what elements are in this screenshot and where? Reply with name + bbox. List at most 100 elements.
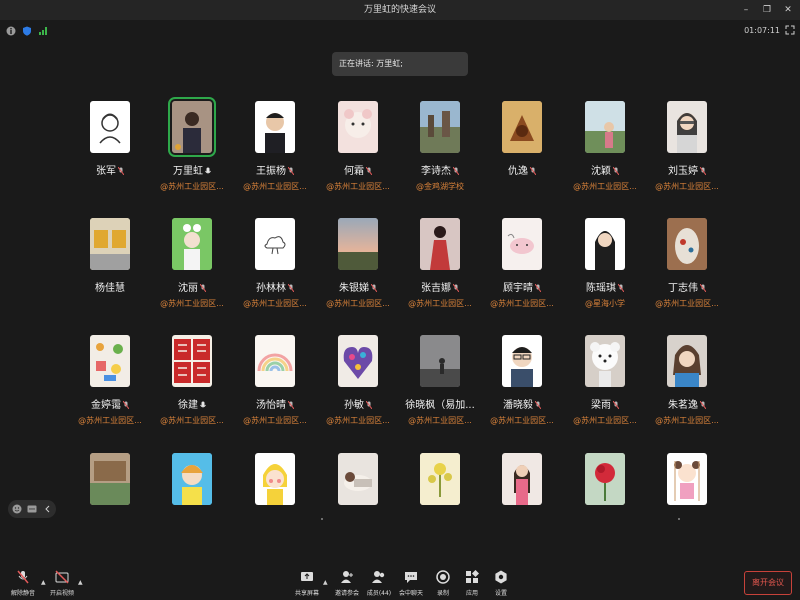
signal-strength-icon[interactable] — [38, 26, 48, 36]
participant-tile[interactable]: 张军 — [70, 101, 150, 181]
security-shield-icon[interactable] — [22, 26, 32, 36]
participant-avatar — [172, 453, 212, 505]
share-screen-button[interactable]: 共享屏幕 — [287, 570, 327, 597]
restore-icon[interactable]: ❐ — [757, 0, 777, 20]
start-video-button[interactable]: 开启视频 — [42, 570, 82, 597]
participant-org: @苏州工业园区... — [160, 416, 224, 425]
participant-avatar — [585, 101, 625, 153]
minimize-icon[interactable]: – — [736, 0, 756, 20]
settings-button[interactable]: 设置 — [481, 570, 521, 597]
participant-org: @苏州工业园区... — [326, 416, 390, 425]
mic-muted-icon — [453, 167, 459, 175]
participant-avatar — [255, 335, 295, 387]
participant-name: 陈瑶琪 — [565, 279, 645, 294]
participant-tile[interactable]: 顾宇晴 @苏州工业园区... — [482, 218, 562, 309]
participant-tile[interactable]: 朱茗逸 @苏州工业园区... — [647, 335, 727, 426]
mic-muted-icon — [613, 167, 619, 175]
participant-tile[interactable]: 李诗杰 @金鸡湖学校 — [400, 101, 480, 192]
participant-name: 金婷霭 — [70, 396, 150, 411]
participant-tile[interactable]: 刘玉婷 @苏州工业园区... — [647, 101, 727, 192]
participant-tile[interactable]: 孙敏 @苏州工业园区... — [318, 335, 398, 426]
fullscreen-icon[interactable] — [785, 25, 795, 35]
participant-name: 仇逸 — [482, 162, 562, 177]
leave-meeting-button[interactable]: 离开会议 — [744, 571, 792, 595]
participant-tile[interactable]: 丁志伟 @苏州工业园区... — [647, 218, 727, 309]
camera-off-icon — [55, 570, 69, 584]
mic-muted-icon — [366, 167, 372, 175]
participant-org: @苏州工业园区... — [243, 416, 307, 425]
record-icon — [436, 570, 450, 584]
participant-tile[interactable] — [152, 453, 232, 505]
participant-name: 沈颖 — [565, 162, 645, 177]
participant-org: @苏州工业园区... — [408, 299, 472, 308]
participant-avatar — [338, 101, 378, 153]
participant-avatar — [585, 335, 625, 387]
speaking-indicator: 正在讲话: 万里虹; — [332, 52, 468, 76]
participant-avatar — [420, 453, 460, 505]
participant-org: @苏州工业园区... — [655, 182, 719, 191]
mic-muted-icon — [453, 284, 459, 292]
participant-tile[interactable]: 汤怡晴 @苏州工业园区... — [235, 335, 315, 426]
participant-avatar — [667, 218, 707, 270]
participant-tile[interactable]: 陈瑶琪 @星海小学 — [565, 218, 645, 309]
participant-org: @苏州工业园区... — [160, 182, 224, 191]
video-options-caret[interactable]: ▲ — [78, 579, 83, 586]
participant-avatar — [502, 101, 542, 153]
participant-avatar — [255, 218, 295, 270]
more-icon[interactable] — [27, 504, 37, 514]
participant-tile[interactable]: 朱银娣 @苏州工业园区... — [318, 218, 398, 309]
participant-tile[interactable]: 沈丽 @苏州工业园区... — [152, 218, 232, 309]
participant-name: 万里虹 — [152, 162, 232, 177]
participant-org: @苏州工业园区... — [78, 416, 142, 425]
chat-icon — [405, 572, 417, 583]
participant-org: @苏州工业园区... — [160, 299, 224, 308]
participant-tile[interactable]: 梁雨 @苏州工业园区... — [565, 335, 645, 426]
participant-avatar — [90, 453, 130, 505]
participant-org: @苏州工业园区... — [408, 416, 472, 425]
participant-name: 顾宇晴 — [482, 279, 562, 294]
participant-tile[interactable] — [235, 453, 315, 505]
participant-tile[interactable] — [565, 453, 645, 505]
participant-tile[interactable]: 孙林林 @苏州工业园区... — [235, 218, 315, 309]
participant-tile[interactable]: 杨佳慧 — [70, 218, 150, 298]
participant-name: 朱茗逸 — [647, 396, 727, 411]
pagination-dot — [321, 518, 323, 520]
participant-name: 孙敏 — [318, 396, 398, 411]
meeting-info-bar: 01:07:11 — [0, 20, 800, 42]
pagination-dot — [678, 518, 680, 520]
mic-muted-icon — [288, 284, 294, 292]
participant-avatar — [172, 335, 212, 387]
collapse-left-icon[interactable] — [44, 505, 52, 513]
participant-avatar — [338, 453, 378, 505]
participant-tile[interactable] — [482, 453, 562, 505]
unmute-button[interactable]: 解除静音 — [3, 570, 43, 597]
participant-tile[interactable]: 金婷霭 @苏州工业园区... — [70, 335, 150, 426]
participant-tile[interactable]: 何霜 @苏州工业园区... — [318, 101, 398, 192]
mic-muted-icon — [535, 284, 541, 292]
participant-tile[interactable]: 仇逸 — [482, 101, 562, 181]
participant-avatar — [502, 453, 542, 505]
close-icon[interactable]: ✕ — [778, 0, 798, 20]
participant-tile[interactable]: 沈颖 @苏州工业园区... — [565, 101, 645, 192]
share-screen-icon — [301, 572, 313, 581]
participant-avatar — [420, 218, 460, 270]
participant-name: 刘玉婷 — [647, 162, 727, 177]
participant-org: @苏州工业园区... — [573, 416, 637, 425]
participant-tile[interactable]: 潘晓毅 @苏州工业园区... — [482, 335, 562, 426]
participant-org: @苏州工业园区... — [490, 299, 554, 308]
participant-tile[interactable]: 徐建 @苏州工业园区... — [152, 335, 232, 426]
participant-tile[interactable] — [400, 453, 480, 505]
participant-tile[interactable]: 张吉娜 @苏州工业园区... — [400, 218, 480, 309]
info-icon[interactable] — [6, 26, 16, 36]
participant-tile[interactable] — [318, 453, 398, 505]
mic-active-icon — [205, 167, 211, 174]
participant-tile[interactable]: 徐晓枫（易加... @苏州工业园区... — [400, 335, 480, 426]
participant-tile[interactable]: 王振杨 @苏州工业园区... — [235, 101, 315, 192]
participant-org: @苏州工业园区... — [655, 416, 719, 425]
mic-muted-icon — [530, 167, 536, 175]
participant-tile[interactable]: 万里虹 @苏州工业园区... — [152, 97, 232, 192]
emoji-icon[interactable] — [12, 504, 22, 514]
participant-tile[interactable] — [70, 453, 150, 505]
apps-icon — [466, 570, 479, 583]
participant-tile[interactable] — [647, 453, 727, 505]
